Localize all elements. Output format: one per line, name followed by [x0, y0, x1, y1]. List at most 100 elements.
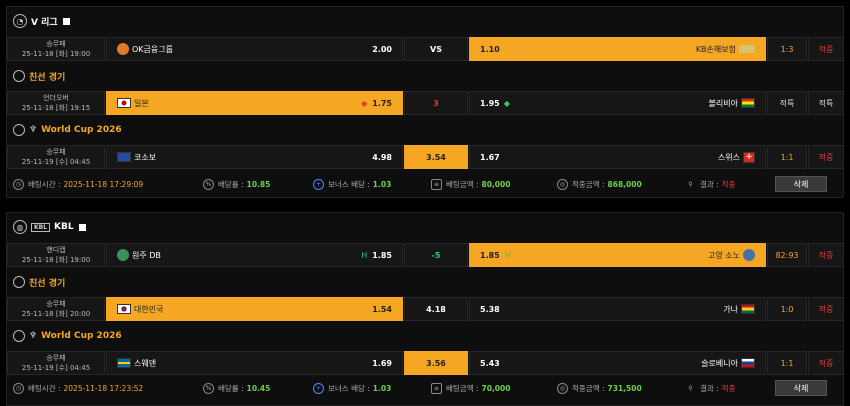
league-header: ◔ V 리그 — [7, 9, 843, 33]
league-name: V 리그 — [31, 17, 58, 28]
result-label: 결과 : — [700, 179, 719, 189]
home-odds-cell[interactable]: 스웨덴 1.69 — [106, 351, 403, 375]
away-odds-cell[interactable]: 1.67 스위스 + — [469, 145, 766, 169]
match-row: 승무패 25-11-18 [화] 20:00 대한민국 1.54 4.18 5.38… — [7, 296, 844, 322]
score: 1:3 — [767, 37, 807, 61]
draw-value: 3.54 — [426, 152, 446, 162]
bet-type: 승무패 — [46, 354, 66, 362]
result-badge: 적중 — [808, 243, 844, 267]
bet-amount: 80,000 — [481, 179, 511, 189]
clock-icon: ◷ — [13, 382, 24, 394]
home-odds: 2.00 — [372, 44, 392, 54]
away-odds: 1.10 — [480, 44, 500, 54]
league-flag-icon — [78, 223, 86, 231]
bet-type: 승무패 — [46, 300, 66, 308]
away-odds: 1.95 — [480, 98, 500, 108]
switzerland-flag-icon: + — [743, 151, 755, 163]
bet-summary: ◷ 배팅시간 :2025-11-18 17:29:09 % 배당률 :10.85 +… — [7, 173, 843, 195]
match-row: 언더오버 25-11-18 [화] 19:15 일본 ◆ 1.75 3 1.95 ◆ 볼리… — [7, 90, 844, 116]
away-odds-cell[interactable]: 1.85 H 고양 소노 — [469, 243, 766, 267]
plus-icon: + — [313, 178, 324, 190]
home-odds-cell[interactable]: 원주 DB H 1.85 — [106, 243, 403, 267]
home-odds-cell[interactable]: OK금융그룹 2.00 — [106, 37, 403, 61]
away-odds: 1.85 — [480, 250, 500, 260]
match-date: 25-11-18 [화] 19:00 — [21, 50, 91, 58]
team-logo-icon — [743, 249, 755, 261]
draw-cell[interactable]: 3 — [404, 91, 468, 115]
home-odds-cell[interactable]: 일본 ◆ 1.75 — [106, 91, 403, 115]
home-odds-cell[interactable]: 코소보 4.98 — [106, 145, 403, 169]
away-team: 고양 소노 — [708, 250, 740, 260]
amount-label: 배팅금액 : — [446, 383, 479, 393]
handicap-cell[interactable]: -5 — [404, 243, 468, 267]
home-odds-cell[interactable]: 대한민국 1.54 — [106, 297, 403, 321]
league-flag-icon — [62, 17, 70, 25]
home-team: 코소보 — [134, 152, 157, 162]
away-team: 가나 — [723, 304, 738, 314]
slovenia-flag-icon — [741, 358, 755, 368]
handicap-tag: H — [361, 250, 368, 260]
section-title: World Cup 2026 — [41, 125, 122, 135]
bet-time: 2025-11-18 17:29:09 — [63, 179, 144, 189]
delete-button[interactable]: 삭제 — [775, 176, 827, 192]
away-odds-cell[interactable]: 5.43 슬로베니아 — [469, 351, 766, 375]
home-odds: 1.69 — [372, 358, 392, 368]
soccer-ball-icon — [13, 124, 25, 136]
draw-cell[interactable]: 3.54 — [404, 145, 468, 169]
home-team: 일본 — [134, 98, 149, 108]
home-odds: 1.75 — [372, 98, 392, 108]
bet-amount: 70,000 — [481, 383, 511, 393]
away-odds-cell[interactable]: 1.95 ◆ 볼리비아 — [469, 91, 766, 115]
away-team: 슬로베니아 — [701, 358, 738, 368]
section-title: 친선 경기 — [29, 278, 66, 289]
match-date: 25-11-19 [수] 04:45 — [21, 364, 91, 372]
total-odds: 10.45 — [246, 383, 271, 393]
home-odds: 4.98 — [372, 152, 392, 162]
home-odds: 1.54 — [372, 304, 392, 314]
section-title: 친선 경기 — [29, 72, 66, 83]
target-icon: ◎ — [557, 178, 568, 190]
coins-icon: ≡ — [431, 178, 442, 190]
win-label: 적중금액 : — [572, 179, 605, 189]
away-team: 볼리비아 — [708, 98, 738, 108]
bet-type: 언더오버 — [43, 94, 69, 102]
home-team: 원주 DB — [132, 250, 161, 260]
bonus-odds: 1.03 — [372, 179, 392, 189]
draw-value: 3 — [433, 98, 439, 108]
up-arrow-icon: ◆ — [503, 98, 510, 108]
result-badge: 적중 — [808, 145, 844, 169]
bet-type: 승무패 — [46, 148, 66, 156]
score: 1:1 — [767, 145, 807, 169]
soccer-ball-icon — [13, 330, 25, 342]
score: 적특 — [767, 91, 807, 115]
match-row: 승무패 25-11-19 [수] 04:45 코소보 4.98 3.54 1.67 스… — [7, 144, 844, 170]
draw-cell[interactable]: VS — [404, 37, 468, 61]
score: 1:0 — [767, 297, 807, 321]
kosovo-flag-icon — [117, 152, 131, 162]
percent-icon: % — [203, 382, 214, 394]
down-arrow-icon: ◆ — [361, 98, 368, 108]
result-icon: ⚲ — [688, 384, 693, 392]
league-name: KBL — [54, 222, 74, 232]
delete-button[interactable]: 삭제 — [775, 380, 827, 396]
result-icon: ⚲ — [688, 180, 693, 188]
away-odds-cell[interactable]: 1.10 KB손해보험 — [469, 37, 766, 61]
team-logo-icon — [117, 249, 129, 261]
result-label: 결과 : — [700, 383, 719, 393]
volleyball-icon: ◔ — [13, 14, 27, 28]
bet-type: 승무패 — [46, 40, 66, 48]
kbl-logo-icon: KBL — [31, 222, 51, 232]
away-team: 스위스 — [717, 152, 740, 162]
win-amount: 731,500 — [607, 383, 642, 393]
away-team: KB손해보험 — [695, 44, 736, 54]
bonus-odds: 1.03 — [372, 383, 392, 393]
draw-cell[interactable]: 3.56 — [404, 351, 468, 375]
result-badge: 적특 — [808, 91, 844, 115]
handicap-tag: H — [504, 250, 511, 260]
soccer-ball-icon — [13, 70, 25, 82]
away-odds-cell[interactable]: 5.38 가나 — [469, 297, 766, 321]
coins-icon: ≡ — [431, 382, 442, 394]
score: 1:1 — [767, 351, 807, 375]
draw-cell[interactable]: 4.18 — [404, 297, 468, 321]
match-row: 핸디캡 25-11-18 [화] 19:00 원주 DB H 1.85 -5 1.85… — [7, 242, 844, 268]
